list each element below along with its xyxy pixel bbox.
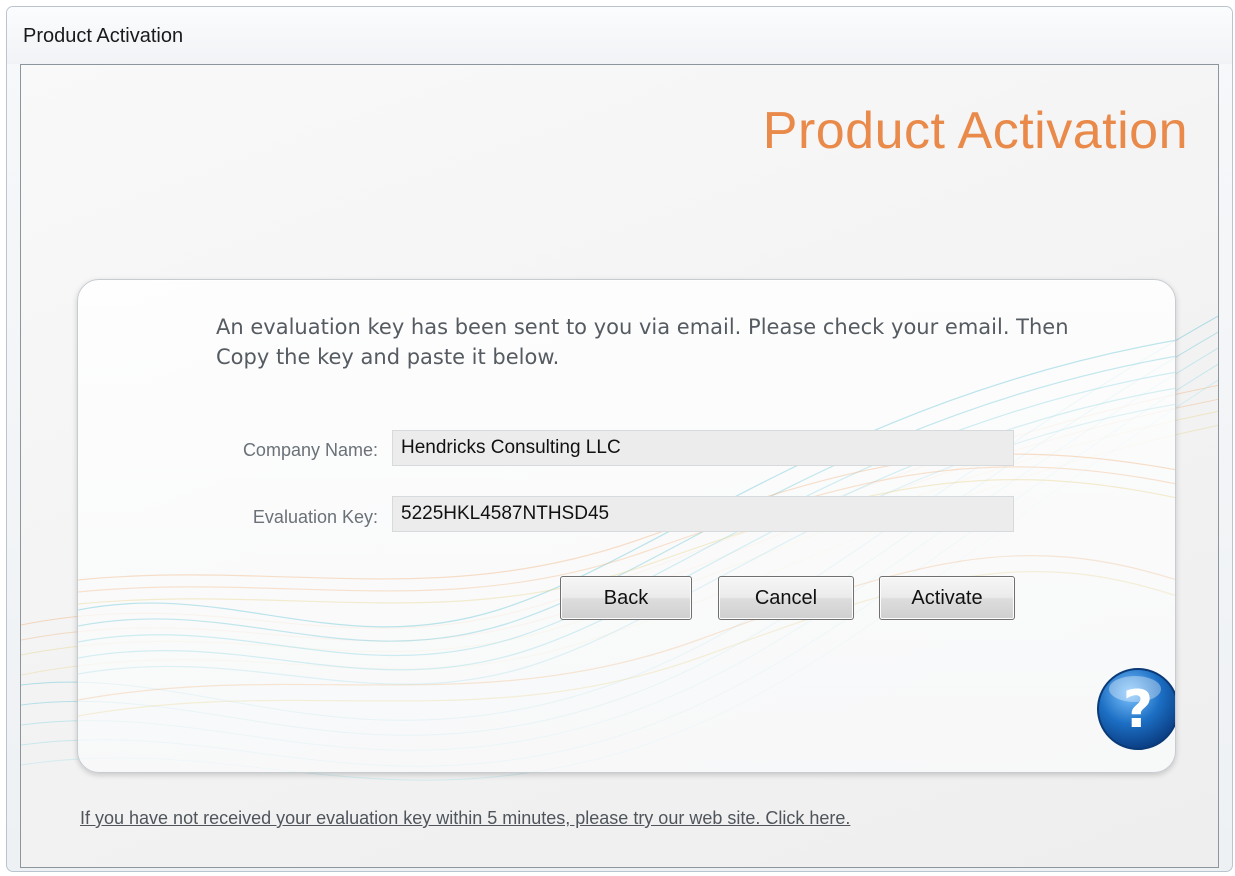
help-question-icon[interactable]: ? [1093,664,1176,754]
activate-button[interactable]: Activate [879,576,1015,620]
svg-text:?: ? [1123,680,1153,740]
cancel-button[interactable]: Cancel [718,576,854,620]
company-name-field[interactable] [392,430,1014,466]
company-name-label: Company Name: [242,440,378,460]
back-button[interactable]: Back [560,576,692,620]
website-help-link[interactable]: If you have not received your evaluation… [80,808,850,829]
activation-window: Product Activation Product Activation An… [6,6,1233,872]
evaluation-key-label: Evaluation Key: [252,507,378,527]
window-title: Product Activation [23,25,184,47]
instruction-text: An evaluation key has been sent to you v… [216,315,1069,369]
dialog-content: Product Activation An evaluation key has… [20,64,1219,868]
header-title: Product Activation [762,102,1188,160]
title-bar[interactable]: Product Activation [7,7,1232,64]
evaluation-key-field[interactable] [392,496,1014,532]
activation-panel: An evaluation key has been sent to you v… [77,279,1176,773]
